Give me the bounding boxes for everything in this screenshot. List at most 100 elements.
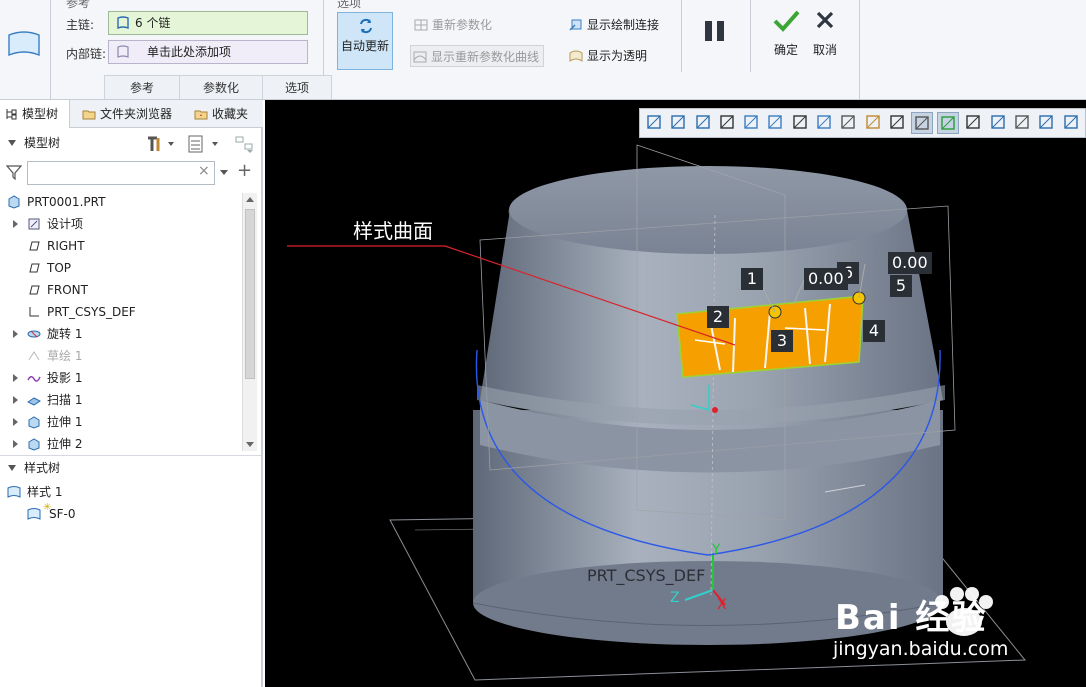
auto-update-button[interactable]: 自动更新 bbox=[337, 12, 393, 70]
scroll-up-icon[interactable] bbox=[244, 195, 256, 205]
control-tag-2[interactable]: 2 bbox=[707, 306, 729, 328]
datum-plane-icon bbox=[29, 263, 40, 273]
expand-arrow-icon[interactable] bbox=[13, 440, 18, 448]
tree-search-input[interactable] bbox=[27, 161, 215, 185]
expand-arrow-icon[interactable] bbox=[13, 374, 18, 382]
tree-item[interactable]: RIGHT bbox=[29, 235, 85, 257]
show-draw-connections-toggle[interactable]: 显示绘制连接 bbox=[567, 14, 659, 36]
tree-item[interactable]: 投影 1 bbox=[13, 367, 82, 389]
expand-arrow-icon[interactable] bbox=[13, 418, 18, 426]
tree-item[interactable]: 拉伸 2 bbox=[13, 433, 82, 455]
cancel-button[interactable]: 取消 bbox=[808, 8, 842, 60]
tab-parameterization[interactable]: 参数化 bbox=[179, 75, 262, 100]
tree-item[interactable]: 扫描 1 bbox=[13, 389, 82, 411]
show-transparent-toggle[interactable]: 显示为透明 bbox=[567, 45, 647, 67]
tree-item-label: 旋转 1 bbox=[47, 327, 83, 341]
model-tree-title: 模型树 bbox=[24, 136, 61, 150]
tree-show-button[interactable] bbox=[186, 134, 222, 154]
perspective-icon[interactable] bbox=[814, 112, 834, 134]
tree-settings-button[interactable] bbox=[144, 134, 178, 154]
tab-references[interactable]: 参考 bbox=[104, 75, 179, 100]
more-icon[interactable] bbox=[1061, 112, 1081, 134]
reparameterize-icon bbox=[414, 19, 428, 31]
chain-icon bbox=[117, 16, 129, 30]
datum-plane-icon bbox=[29, 285, 40, 295]
tree-item[interactable]: 拉伸 1 bbox=[13, 411, 82, 433]
model-tree-header[interactable]: 模型树 bbox=[0, 132, 263, 154]
spin-center-icon[interactable] bbox=[911, 112, 934, 134]
tree-item[interactable]: 设计项 bbox=[13, 213, 83, 235]
show-draw-connections-label: 显示绘制连接 bbox=[587, 18, 660, 32]
main-chain-collector[interactable]: 6 个链 bbox=[108, 11, 308, 35]
display-style-icon[interactable] bbox=[741, 112, 761, 134]
scrollbar-thumb[interactable] bbox=[245, 209, 255, 379]
part-icon bbox=[8, 195, 20, 209]
expand-arrow-icon[interactable] bbox=[13, 396, 18, 404]
reparameterize-button[interactable]: 重新参数化 bbox=[412, 14, 492, 36]
ribbon-tabs: 参考 参数化 选项 bbox=[104, 75, 332, 100]
clear-search-icon[interactable]: × bbox=[198, 163, 210, 179]
section-icon[interactable] bbox=[838, 112, 858, 134]
tangent-value-1[interactable]: 0.00 bbox=[804, 268, 848, 290]
confirm-button[interactable]: 确定 bbox=[766, 8, 806, 60]
tree-scrollbar[interactable] bbox=[242, 193, 257, 451]
main-chain-label: 主链: bbox=[66, 18, 95, 32]
dropdown-arrow-icon[interactable] bbox=[219, 169, 229, 177]
zoom-in-icon[interactable] bbox=[668, 112, 688, 134]
tree-filter-options-button[interactable] bbox=[233, 134, 255, 154]
transparent-surface-icon bbox=[569, 50, 583, 62]
saved-views-icon[interactable] bbox=[765, 112, 785, 134]
model-tree-icon bbox=[6, 109, 17, 120]
csys-icon bbox=[29, 307, 39, 317]
show-reparam-curves-toggle[interactable]: 显示重新参数化曲线 bbox=[410, 45, 545, 67]
zoom-out-icon[interactable] bbox=[693, 112, 713, 134]
pause-button[interactable] bbox=[700, 18, 730, 44]
expand-arrow-icon[interactable] bbox=[13, 330, 18, 338]
curve-connections-icon[interactable] bbox=[937, 112, 960, 134]
confirm-label: 确定 bbox=[773, 43, 798, 57]
tree-item-label: TOP bbox=[47, 261, 72, 275]
expand-arrow-icon[interactable] bbox=[13, 220, 18, 228]
sketch-icon bbox=[28, 351, 40, 361]
repaint-icon[interactable] bbox=[717, 112, 737, 134]
control-tag-4[interactable]: 4 bbox=[863, 320, 885, 342]
tab-model-tree[interactable]: 模型树 bbox=[0, 100, 70, 128]
tree-item[interactable]: TOP bbox=[29, 257, 72, 279]
extrude-icon bbox=[28, 438, 40, 451]
tab-favorites[interactable]: 收藏夹 bbox=[190, 100, 262, 128]
new-item-star-icon: ✳ bbox=[43, 502, 52, 513]
filter-icon bbox=[6, 165, 22, 180]
control-tag-3[interactable]: 3 bbox=[771, 330, 793, 352]
tree-item-label: RIGHT bbox=[47, 239, 85, 253]
graphics-window[interactable]: Y Z X 样式曲面 1 2 3 4 5 6 0.00 0.00 PRT_CSY… bbox=[265, 100, 1086, 687]
tab-options[interactable]: 选项 bbox=[262, 75, 332, 100]
snap-icon[interactable] bbox=[1012, 112, 1032, 134]
control-tag-5[interactable]: 5 bbox=[890, 275, 912, 297]
plane-grid-icon[interactable] bbox=[988, 112, 1008, 134]
tree-item[interactable]: 旋转 1 bbox=[13, 323, 83, 345]
inner-chain-value: 单击此处添加项 bbox=[147, 45, 232, 59]
tree-item[interactable]: PRT_CSYS_DEF bbox=[29, 301, 136, 323]
add-filter-icon[interactable]: + bbox=[237, 160, 252, 181]
annotation-display-icon[interactable] bbox=[887, 112, 907, 134]
inner-chain-collector[interactable]: 单击此处添加项 bbox=[108, 40, 308, 64]
layout-icon[interactable] bbox=[1036, 112, 1056, 134]
control-tag-1[interactable]: 1 bbox=[741, 268, 763, 290]
datum-display-icon[interactable] bbox=[863, 112, 883, 134]
tangent-value-2[interactable]: 0.00 bbox=[888, 252, 932, 274]
refit-icon[interactable] bbox=[644, 112, 664, 134]
view-manager-icon[interactable] bbox=[790, 112, 810, 134]
tree-item[interactable]: FRONT bbox=[29, 279, 88, 301]
scroll-down-icon[interactable] bbox=[244, 439, 256, 449]
style-tree-title: 样式树 bbox=[24, 461, 61, 475]
style-tree-header[interactable]: 样式树 bbox=[0, 457, 263, 479]
control-points-icon[interactable] bbox=[963, 112, 983, 134]
reparam-curve-icon bbox=[413, 51, 427, 63]
svg-text:Z: Z bbox=[670, 590, 680, 606]
tree-item[interactable]: 草绘 1 bbox=[28, 345, 82, 367]
csys-label: PRT_CSYS_DEF bbox=[587, 566, 706, 585]
style-tree-surface[interactable]: ✳ SF-0 bbox=[27, 502, 75, 525]
tree-root-part[interactable]: PRT0001.PRT bbox=[8, 191, 105, 213]
ribbon: 参考 主链: 6 个链 内部链: 单击此处添加项 选项 自动更新 重新参数化 显… bbox=[0, 0, 1086, 100]
tab-folder-browser[interactable]: 文件夹浏览器 bbox=[78, 100, 184, 128]
